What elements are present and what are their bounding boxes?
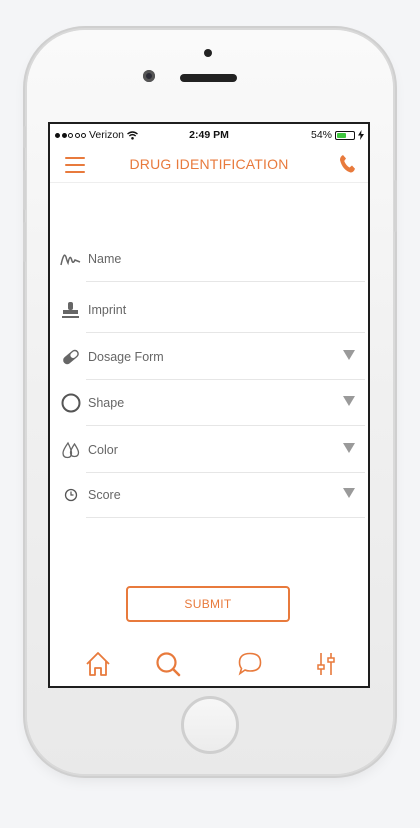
home-icon[interactable]: [84, 650, 112, 678]
color-dropdown[interactable]: Color: [60, 427, 365, 473]
name-field[interactable]: Name: [60, 236, 365, 282]
status-bar: Verizon 2:49 PM 54%: [50, 124, 368, 144]
imprint-field-label: Imprint: [88, 303, 127, 317]
dosage-form-label: Dosage Form: [88, 350, 164, 364]
silent-switch: [23, 126, 26, 148]
app-header: DRUG IDENTIFICATION: [50, 144, 368, 183]
shape-label: Shape: [88, 396, 125, 410]
score-icon: [64, 488, 78, 502]
drops-icon: [62, 441, 80, 459]
charging-bolt-icon: [358, 130, 364, 140]
dosage-form-dropdown[interactable]: Dosage Form: [60, 334, 365, 380]
power-button: [394, 180, 397, 232]
phone-frame: Verizon 2:49 PM 54% DRUG IDENTIFICATION …: [23, 30, 397, 774]
chevron-down-icon[interactable]: [343, 350, 355, 360]
front-camera: [143, 70, 155, 82]
battery-icon: [335, 130, 355, 140]
chevron-down-icon[interactable]: [343, 443, 355, 453]
color-label: Color: [88, 443, 118, 457]
stamp-icon: [62, 302, 79, 318]
imprint-field[interactable]: Imprint: [60, 287, 365, 333]
home-button[interactable]: [181, 696, 239, 754]
phone-icon[interactable]: [338, 154, 356, 174]
shape-dropdown[interactable]: Shape: [60, 380, 365, 426]
proximity-sensor: [204, 49, 212, 57]
battery-percent: 54%: [310, 129, 332, 141]
name-field-label: Name: [88, 252, 122, 266]
bottom-tab-bar: [50, 642, 368, 686]
app-screen: Verizon 2:49 PM 54% DRUG IDENTIFICATION …: [48, 122, 370, 688]
submit-button[interactable]: SUBMIT: [126, 586, 290, 622]
chevron-down-icon[interactable]: [343, 396, 355, 406]
chat-icon[interactable]: [236, 650, 264, 678]
pill-icon: [63, 349, 79, 365]
circle-shape-icon: [61, 393, 81, 413]
page-title: DRUG IDENTIFICATION: [129, 156, 289, 172]
volume-up-button: [23, 170, 26, 210]
score-label: Score: [88, 488, 121, 502]
volume-down-button: [23, 222, 26, 262]
search-icon[interactable]: [154, 650, 182, 678]
earpiece-speaker: [180, 74, 237, 82]
chevron-down-icon[interactable]: [343, 488, 355, 498]
score-dropdown[interactable]: Score: [60, 472, 365, 518]
signature-icon: [60, 254, 81, 266]
settings-sliders-icon[interactable]: [312, 650, 340, 678]
